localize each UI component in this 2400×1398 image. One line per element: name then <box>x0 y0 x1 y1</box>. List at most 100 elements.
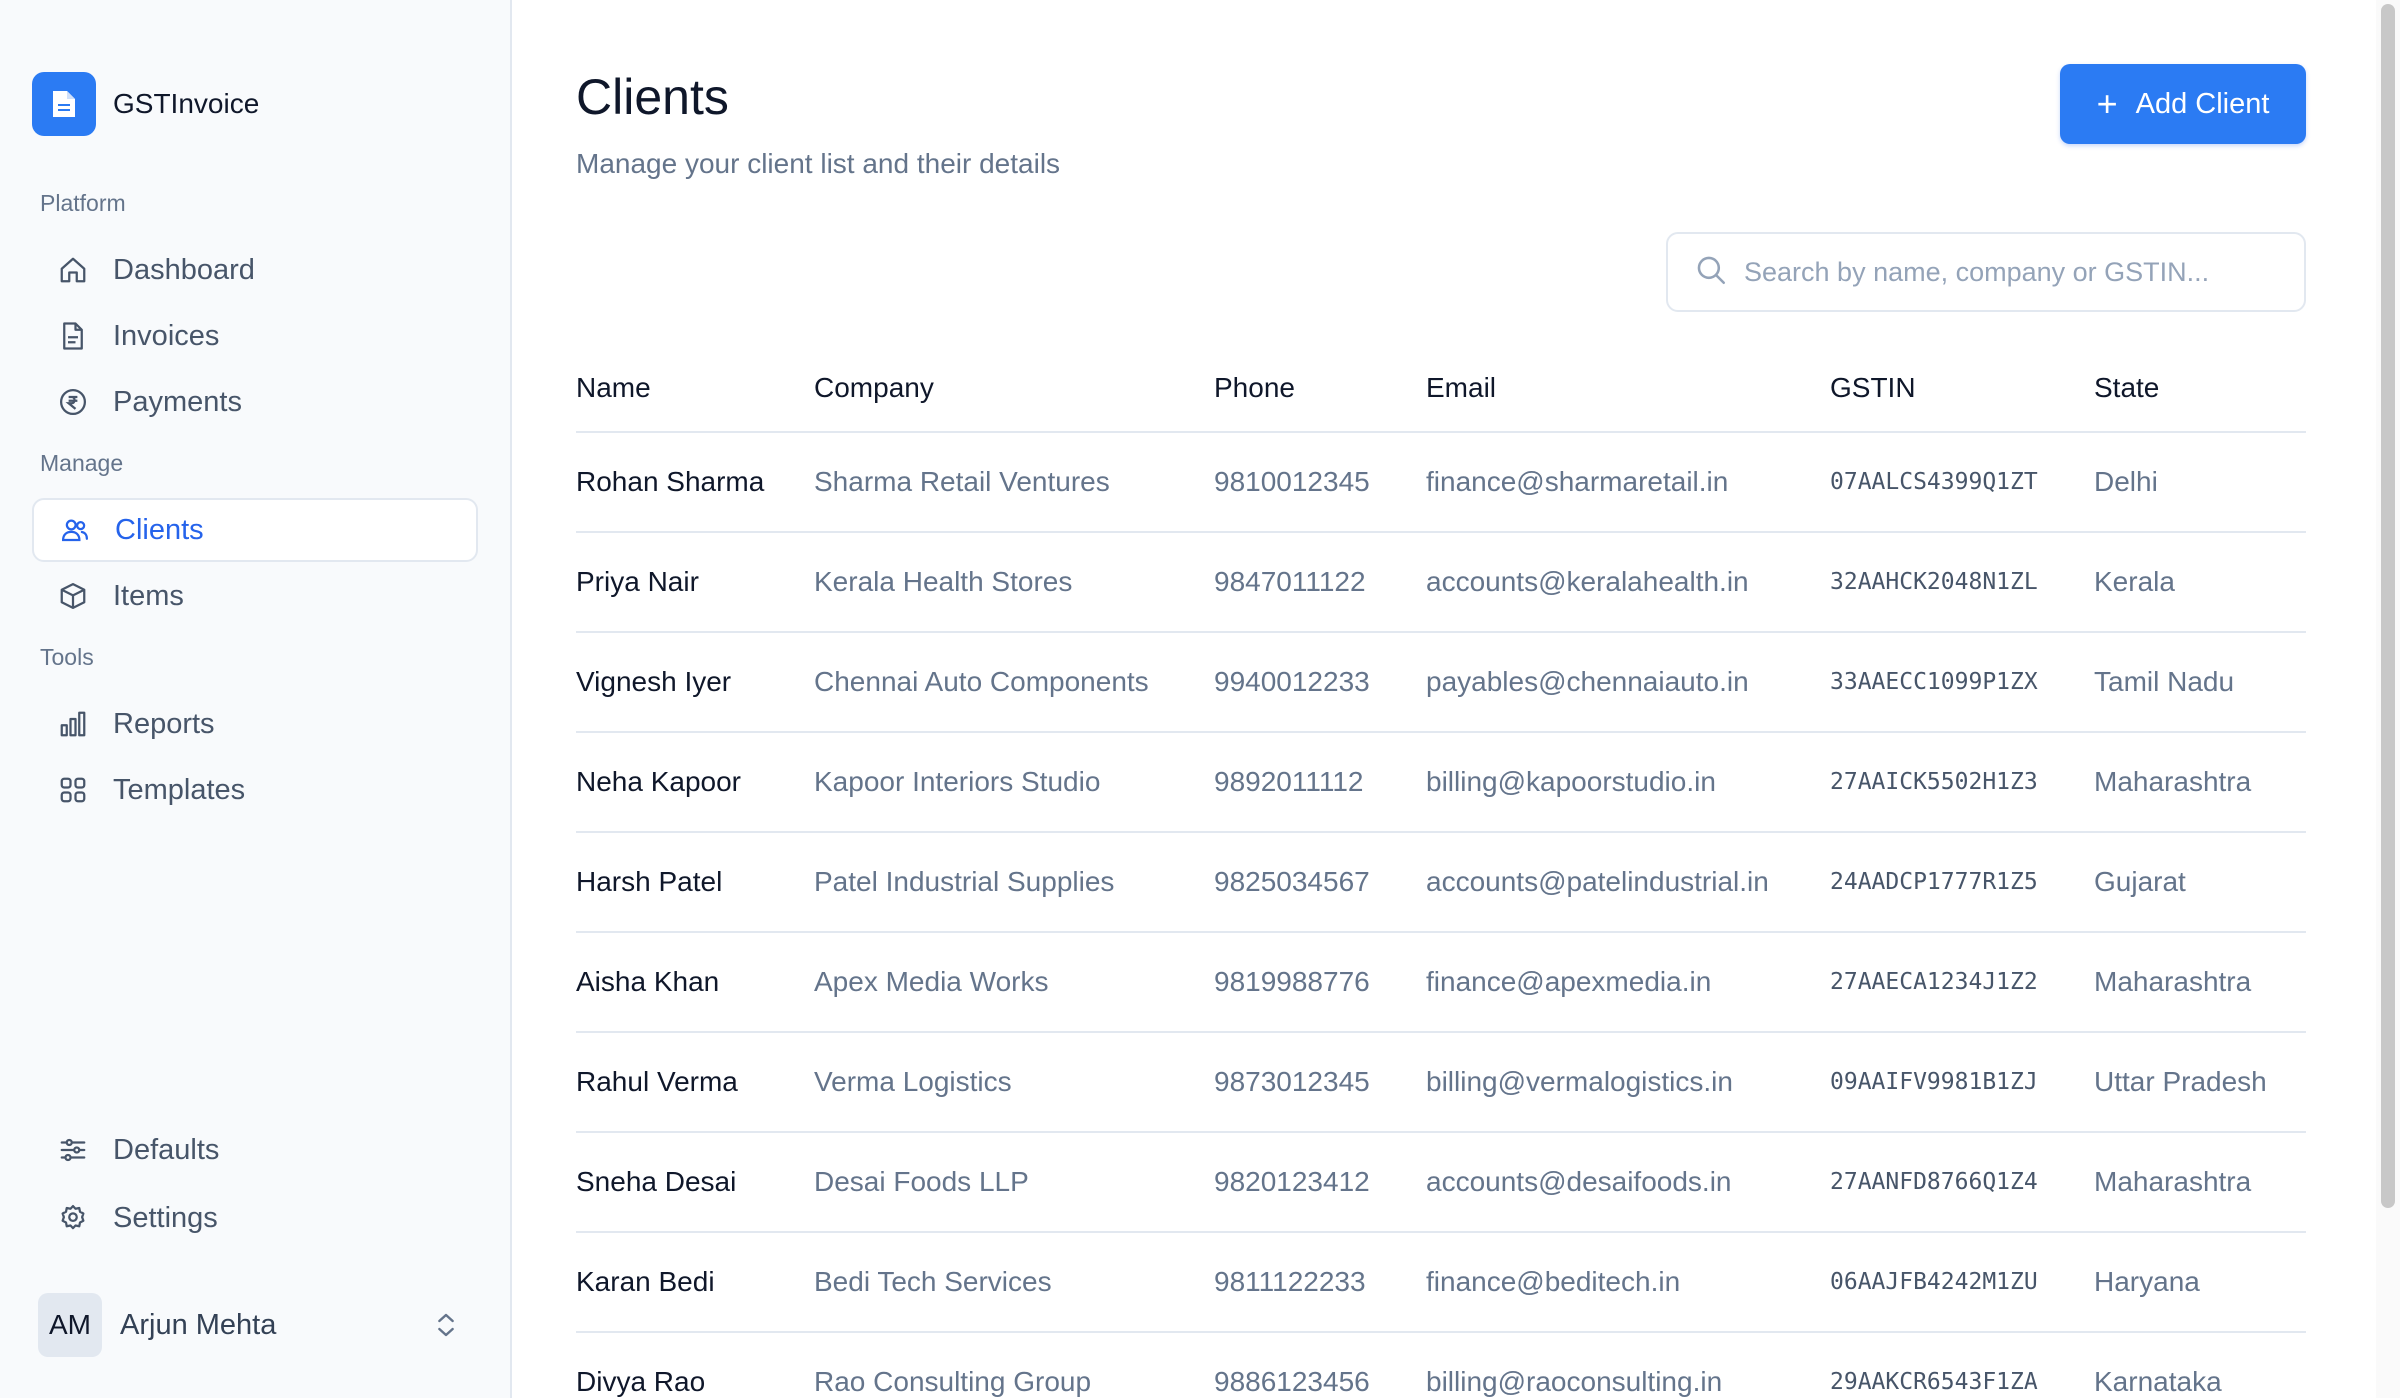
client-name: Rahul Verma <box>576 1032 814 1133</box>
client-email: accounts@keralahealth.in <box>1426 532 1830 633</box>
sidebar-item-label: Invoices <box>113 319 220 352</box>
sidebar-item-dashboard[interactable]: Dashboard <box>32 238 478 302</box>
client-gstin: 29AAKCR6543F1ZA <box>1830 1332 2094 1398</box>
client-company: Apex Media Works <box>814 932 1214 1033</box>
sidebar-item-label: Defaults <box>113 1133 220 1166</box>
sidebar-item-payments[interactable]: Payments <box>32 370 478 434</box>
table-row[interactable]: Sneha Desai Desai Foods LLP 9820123412 a… <box>576 1132 2306 1233</box>
client-state: Uttar Pradesh <box>2094 1032 2306 1133</box>
search-icon <box>1694 253 1728 292</box>
brand[interactable]: GSTInvoice <box>32 72 259 136</box>
scrollbar-thumb[interactable] <box>2381 4 2395 1208</box>
client-phone: 9886123456 <box>1214 1332 1426 1398</box>
box-icon <box>57 580 89 612</box>
client-name: Harsh Patel <box>576 832 814 933</box>
app-name: GSTInvoice <box>113 88 260 119</box>
client-name: Priya Nair <box>576 532 814 633</box>
client-phone: 9820123412 <box>1214 1132 1426 1233</box>
client-phone: 9940012233 <box>1214 632 1426 733</box>
client-phone: 9825034567 <box>1214 832 1426 933</box>
client-name: Karan Bedi <box>576 1232 814 1333</box>
client-state: Gujarat <box>2094 832 2306 933</box>
search-box[interactable] <box>1666 232 2306 312</box>
client-phone: 9819988776 <box>1214 932 1426 1033</box>
table-row[interactable]: Priya Nair Kerala Health Stores 98470111… <box>576 532 2306 633</box>
page-scrollbar[interactable] <box>2376 0 2400 1398</box>
sidebar: GSTInvoice Platform Dashboard Invoices P… <box>0 0 512 1398</box>
client-phone: 9847011122 <box>1214 532 1426 633</box>
document-icon <box>57 320 89 352</box>
add-client-label: Add Client <box>2135 87 2270 120</box>
gear-icon <box>57 1202 89 1234</box>
chevron-up-down-icon[interactable] <box>430 1309 462 1341</box>
sidebar-item-items[interactable]: Items <box>32 564 478 628</box>
sidebar-item-label: Dashboard <box>113 253 255 286</box>
client-phone: 9873012345 <box>1214 1032 1426 1133</box>
avatar: AM <box>38 1293 102 1357</box>
sidebar-item-invoices[interactable]: Invoices <box>32 304 478 368</box>
client-state: Maharashtra <box>2094 932 2306 1033</box>
client-gstin: 33AAECC1099P1ZX <box>1830 632 2094 733</box>
client-state: Kerala <box>2094 532 2306 633</box>
table-row[interactable]: Rohan Sharma Sharma Retail Ventures 9810… <box>576 432 2306 533</box>
sidebar-item-reports[interactable]: Reports <box>32 692 478 756</box>
table-row[interactable]: Divya Rao Rao Consulting Group 988612345… <box>576 1332 2306 1398</box>
client-phone: 9810012345 <box>1214 432 1426 533</box>
table-row[interactable]: Harsh Patel Patel Industrial Supplies 98… <box>576 832 2306 933</box>
section-label-manage: Manage <box>40 450 124 476</box>
client-state: Delhi <box>2094 432 2306 533</box>
sidebar-item-templates[interactable]: Templates <box>32 758 478 822</box>
add-client-button[interactable]: + Add Client <box>2060 64 2306 144</box>
client-email: payables@chennaiauto.in <box>1426 632 1830 733</box>
client-gstin: 06AAJFB4242M1ZU <box>1830 1232 2094 1333</box>
client-company: Bedi Tech Services <box>814 1232 1214 1333</box>
sidebar-item-defaults[interactable]: Defaults <box>32 1118 478 1182</box>
client-email: billing@raoconsulting.in <box>1426 1332 1830 1398</box>
sidebar-item-label: Clients <box>115 513 204 546</box>
section-label-platform: Platform <box>40 190 126 216</box>
client-company: Desai Foods LLP <box>814 1132 1214 1233</box>
column-header-state[interactable]: State <box>2094 344 2306 433</box>
column-header-phone[interactable]: Phone <box>1214 344 1426 433</box>
user-menu[interactable]: AM Arjun Mehta <box>38 1293 462 1357</box>
column-header-gstin[interactable]: GSTIN <box>1830 344 2094 433</box>
client-phone: 9892011112 <box>1214 732 1426 833</box>
client-gstin: 24AADCP1777R1Z5 <box>1830 832 2094 933</box>
client-name: Neha Kapoor <box>576 732 814 833</box>
client-phone: 9811122233 <box>1214 1232 1426 1333</box>
column-header-email[interactable]: Email <box>1426 344 1830 433</box>
sidebar-item-label: Settings <box>113 1201 218 1234</box>
table-header-row: Name Company Phone Email GSTIN State <box>576 344 2306 433</box>
sidebar-item-clients[interactable]: Clients <box>32 498 478 562</box>
client-state: Haryana <box>2094 1232 2306 1333</box>
column-header-company[interactable]: Company <box>814 344 1214 433</box>
table-row[interactable]: Karan Bedi Bedi Tech Services 9811122233… <box>576 1232 2306 1333</box>
table-row[interactable]: Neha Kapoor Kapoor Interiors Studio 9892… <box>576 732 2306 833</box>
sidebar-item-label: Items <box>113 579 184 612</box>
client-state: Maharashtra <box>2094 732 2306 833</box>
column-header-name[interactable]: Name <box>576 344 814 433</box>
table-row[interactable]: Rahul Verma Verma Logistics 9873012345 b… <box>576 1032 2306 1133</box>
client-email: finance@beditech.in <box>1426 1232 1830 1333</box>
client-gstin: 32AAHCK2048N1ZL <box>1830 532 2094 633</box>
client-company: Verma Logistics <box>814 1032 1214 1133</box>
client-email: finance@sharmaretail.in <box>1426 432 1830 533</box>
search-input[interactable] <box>1744 256 2284 288</box>
app-logo-icon <box>32 72 96 136</box>
client-email: billing@vermalogistics.in <box>1426 1032 1830 1133</box>
users-icon <box>59 514 91 546</box>
bar-chart-icon <box>57 708 89 740</box>
client-state: Tamil Nadu <box>2094 632 2306 733</box>
client-gstin: 27AANFD8766Q1Z4 <box>1830 1132 2094 1233</box>
client-name: Divya Rao <box>576 1332 814 1398</box>
client-name: Aisha Khan <box>576 932 814 1033</box>
home-icon <box>57 254 89 286</box>
sidebar-item-settings[interactable]: Settings <box>32 1186 478 1250</box>
table-row[interactable]: Vignesh Iyer Chennai Auto Components 994… <box>576 632 2306 733</box>
client-name: Rohan Sharma <box>576 432 814 533</box>
sidebar-item-label: Templates <box>113 773 246 806</box>
sliders-icon <box>57 1134 89 1166</box>
table-row[interactable]: Aisha Khan Apex Media Works 9819988776 f… <box>576 932 2306 1033</box>
client-email: billing@kapoorstudio.in <box>1426 732 1830 833</box>
sidebar-item-label: Reports <box>113 707 215 740</box>
